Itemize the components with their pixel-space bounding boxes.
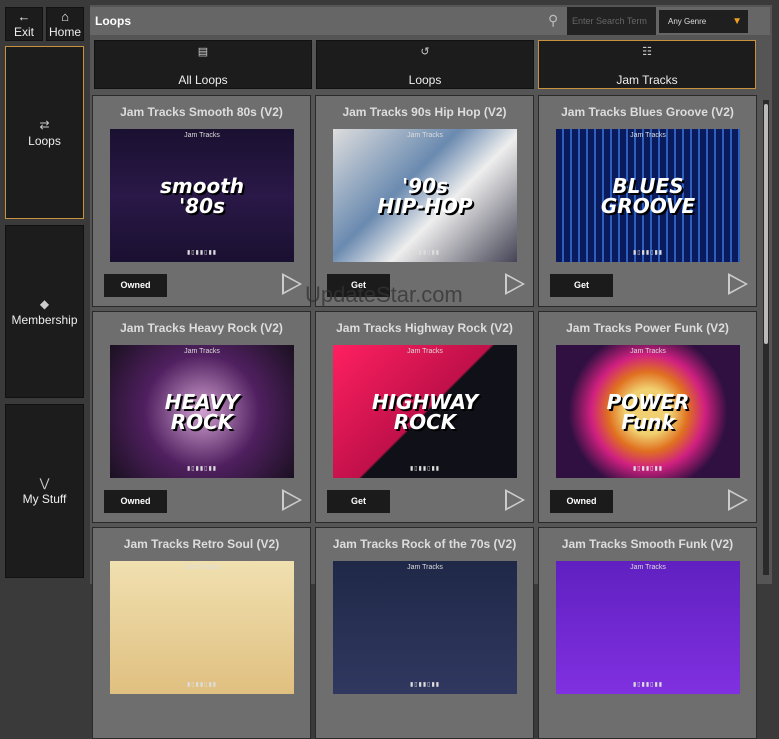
jam-track-card[interactable]: Jam Tracks Blues Groove (V2) Jam Tracks B… — [538, 95, 757, 307]
card-title: Jam Tracks 90s Hip Hop (V2) — [342, 105, 507, 119]
search-input[interactable] — [567, 7, 656, 35]
tab-jam-tracks[interactable]: ☷ Jam Tracks — [538, 40, 756, 89]
play-icon[interactable] — [505, 489, 525, 511]
jam-track-card[interactable]: Jam Tracks Smooth 80s (V2) Jam Tracks smo… — [92, 95, 311, 307]
card-title: Jam Tracks Smooth 80s (V2) — [120, 105, 283, 119]
tag-icon: ◆ — [39, 296, 50, 311]
header-bar: Loops ⚲ Any Genre ▼ — [90, 7, 770, 35]
scrollbar-thumb[interactable] — [764, 104, 768, 344]
card-title: Jam Tracks Power Funk (V2) — [566, 321, 729, 335]
home-button[interactable]: ⌂ Home — [46, 7, 84, 41]
tab-label: Jam Tracks — [616, 73, 678, 87]
card-title: Jam Tracks Blues Groove (V2) — [561, 105, 734, 119]
get-button[interactable]: Get — [550, 274, 613, 297]
scrollbar[interactable] — [763, 100, 769, 575]
tab-all-loops[interactable]: ▤ All Loops — [94, 40, 312, 89]
album-art[interactable]: Jam Tracks ▮▯▮▮▯▮▮ — [333, 561, 517, 694]
sidebar-item-membership[interactable]: ◆ Membership — [5, 225, 84, 398]
brand-label: Jam Tracks — [407, 564, 443, 571]
art-title: HIGHWAY ROCK — [371, 389, 479, 434]
exit-button[interactable]: ← Exit — [5, 7, 43, 41]
album-art[interactable]: Jam Tracks '90s HIP-HOP ▮▯▮▮▯▮▮ — [333, 129, 517, 262]
search-icon[interactable]: ⚲ — [548, 12, 558, 29]
jam-track-card[interactable]: Jam Tracks Smooth Funk (V2) Jam Tracks ▮▯… — [538, 527, 757, 739]
loops-icon: ⇄ — [39, 117, 50, 132]
card-title: Jam Tracks Smooth Funk (V2) — [561, 537, 734, 551]
jam-tracks-icon: ☷ — [642, 46, 652, 58]
waveform-icon: ▮▯▮▮▯▮▮ — [409, 250, 441, 256]
home-label: Home — [48, 25, 81, 39]
jam-track-card[interactable]: Jam Tracks Heavy Rock (V2) Jam Tracks HEA… — [92, 311, 311, 523]
exit-label: Exit — [13, 25, 34, 39]
jam-track-card[interactable]: Jam Tracks Retro Soul (V2) Jam Tracks ▮▯▮… — [92, 527, 311, 739]
play-icon[interactable] — [728, 273, 748, 295]
brand-label: Jam Tracks — [407, 348, 443, 355]
tab-loops[interactable]: ↺ Loops — [316, 40, 534, 89]
brand-label: Jam Tracks — [630, 564, 666, 571]
waveform-icon: ▮▯▮▮▯▮▮ — [409, 466, 441, 472]
genre-value: Any Genre — [668, 17, 707, 26]
sidebar-label: Membership — [11, 312, 78, 327]
dropdown-arrow-icon: ▼ — [732, 16, 742, 27]
owned-button[interactable]: Owned — [104, 274, 167, 297]
brand-label: Jam Tracks — [630, 132, 666, 139]
album-art[interactable]: Jam Tracks POWER Funk ▮▯▮▮▯▮▮ — [556, 345, 740, 478]
play-icon[interactable] — [728, 489, 748, 511]
card-title: Jam Tracks Heavy Rock (V2) — [120, 321, 283, 335]
home-icon: ⌂ — [61, 9, 69, 24]
sidebar-label: My Stuff — [22, 492, 67, 506]
page-title: Loops — [95, 14, 131, 28]
card-title: Jam Tracks Highway Rock (V2) — [336, 321, 513, 335]
play-icon[interactable] — [282, 273, 302, 295]
owned-button[interactable]: Owned — [550, 490, 613, 513]
waveform-icon: ▮▯▮▮▯▮▮ — [632, 466, 664, 472]
card-title: Jam Tracks Rock of the 70s (V2) — [332, 537, 517, 551]
tab-label: All Loops — [178, 73, 228, 87]
jam-track-card[interactable]: Jam Tracks 90s Hip Hop (V2) Jam Tracks '9… — [315, 95, 534, 307]
album-art[interactable]: Jam Tracks HEAVY ROCK ▮▯▮▮▯▮▮ — [110, 345, 294, 478]
genre-dropdown[interactable]: Any Genre ▼ — [659, 10, 748, 33]
sidebar-item-my-stuff[interactable]: ⋁ My Stuff — [5, 404, 84, 578]
brand-label: Jam Tracks — [407, 132, 443, 139]
album-art[interactable]: Jam Tracks ▮▯▮▮▯▮▮ — [556, 561, 740, 694]
jam-track-card[interactable]: Jam Tracks Rock of the 70s (V2) Jam Trac… — [315, 527, 534, 739]
owned-button[interactable]: Owned — [104, 490, 167, 513]
waveform-icon: ▮▯▮▮▯▮▮ — [186, 466, 218, 472]
waveform-icon: ▮▯▮▮▯▮▮ — [632, 682, 664, 688]
tab-label: Loops — [408, 73, 442, 87]
brand-label: Jam Tracks — [184, 132, 220, 139]
waveform-icon: ▮▯▮▮▯▮▮ — [409, 682, 441, 688]
arrow-left-icon: ← — [17, 9, 31, 24]
album-art[interactable]: Jam Tracks ▮▯▮▮▯▮▮ — [110, 561, 294, 694]
card-title: Jam Tracks Retro Soul (V2) — [123, 537, 280, 551]
art-title: POWER Funk — [606, 389, 690, 434]
waveform-icon: ▮▯▮▮▯▮▮ — [632, 250, 664, 256]
get-button[interactable]: Get — [327, 490, 390, 513]
album-art[interactable]: Jam Tracks BLUES GROOVE ▮▯▮▮▯▮▮ — [556, 129, 740, 262]
waveform-icon: ▮▯▮▮▯▮▮ — [186, 250, 218, 256]
brand-label: Jam Tracks — [184, 348, 220, 355]
art-title: HEAVY ROCK — [164, 389, 240, 434]
jam-track-card[interactable]: Jam Tracks Highway Rock (V2) Jam Tracks H… — [315, 311, 534, 523]
all-loops-icon: ▤ — [197, 46, 209, 58]
chevrons-down-icon: ⋁ — [39, 476, 50, 490]
album-art[interactable]: Jam Tracks smooth '80s ▮▯▮▮▯▮▮ — [110, 129, 294, 262]
sidebar-item-loops[interactable]: ⇄ Loops — [5, 46, 84, 219]
art-title: '90s HIP-HOP — [377, 173, 473, 218]
loop-icon: ↺ — [420, 46, 430, 58]
main-panel: Loops ⚲ Any Genre ▼ ▤ All Loops ↺ Loops ☷ Ja… — [90, 5, 772, 739]
art-title: smooth '80s — [159, 173, 245, 218]
get-button[interactable]: Get — [327, 274, 390, 297]
brand-label: Jam Tracks — [630, 348, 666, 355]
album-art[interactable]: Jam Tracks HIGHWAY ROCK ▮▯▮▮▯▮▮ — [333, 345, 517, 478]
waveform-icon: ▮▯▮▮▯▮▮ — [186, 682, 218, 688]
jam-track-card[interactable]: Jam Tracks Power Funk (V2) Jam Tracks POW… — [538, 311, 757, 523]
play-icon[interactable] — [282, 489, 302, 511]
art-title: BLUES GROOVE — [600, 173, 696, 218]
brand-label: Jam Tracks — [184, 564, 220, 571]
sidebar-label: Loops — [28, 133, 61, 148]
play-icon[interactable] — [505, 273, 525, 295]
